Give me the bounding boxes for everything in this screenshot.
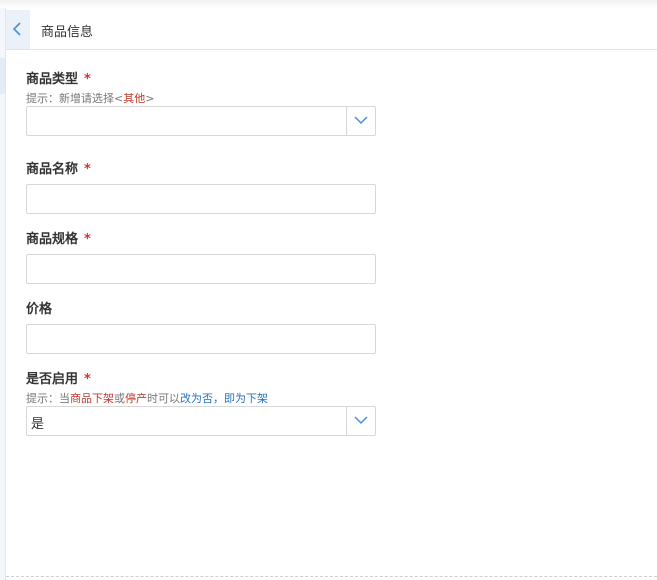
hint-text: 或 bbox=[114, 392, 125, 405]
hint-other-text: 其他 bbox=[123, 92, 146, 105]
hint-red-text: 停产 bbox=[125, 392, 147, 405]
product-name-label: 商品名称 * bbox=[26, 161, 376, 179]
product-type-select[interactable] bbox=[26, 106, 376, 136]
hint-text: 提示：当 bbox=[26, 392, 70, 405]
top-strip bbox=[0, 0, 657, 8]
product-type-label-text: 商品类型 bbox=[26, 72, 79, 87]
field-product-type: 商品类型 * 提示：新增请选择<其他> bbox=[26, 71, 376, 136]
chevron-down-icon bbox=[354, 116, 368, 125]
required-mark: * bbox=[84, 372, 91, 387]
enabled-label-text: 是否启用 bbox=[26, 372, 79, 387]
field-product-name: 商品名称 * bbox=[26, 161, 376, 214]
rail-marker bbox=[0, 58, 5, 94]
hint-text: 时可以 bbox=[147, 392, 180, 405]
required-mark: * bbox=[84, 162, 91, 177]
form-header: 商品信息 bbox=[6, 10, 657, 50]
hint-blue-text: 改为否，即为下架 bbox=[180, 392, 268, 405]
product-type-label: 商品类型 * bbox=[26, 71, 376, 89]
hint-text: 提示：新增请选择< bbox=[26, 92, 124, 105]
product-type-hint: 提示：新增请选择<其他> bbox=[26, 91, 376, 106]
field-enabled: 是否启用 * 提示：当商品下架或停产时可以改为否，即为下架 是 bbox=[26, 371, 376, 436]
field-product-spec: 商品规格 * bbox=[26, 231, 376, 284]
price-label: 价格 bbox=[26, 301, 376, 319]
price-label-text: 价格 bbox=[26, 302, 53, 317]
enabled-select[interactable]: 是 bbox=[26, 406, 376, 436]
price-input[interactable] bbox=[26, 324, 376, 354]
product-name-input[interactable] bbox=[26, 184, 376, 214]
product-name-label-text: 商品名称 bbox=[26, 162, 79, 177]
chevron-left-icon bbox=[12, 22, 21, 36]
hint-text: > bbox=[145, 92, 155, 105]
page: 商品信息 商品类型 * 提示：新增请选择<其他> 商品名称 * 商品规格 * 价… bbox=[0, 0, 657, 580]
field-price: 价格 bbox=[26, 301, 376, 354]
left-rail bbox=[0, 8, 6, 580]
product-spec-input[interactable] bbox=[26, 254, 376, 284]
header-title: 商品信息 bbox=[41, 25, 94, 40]
back-button[interactable] bbox=[6, 10, 30, 49]
product-type-dropdown-toggle[interactable] bbox=[346, 107, 375, 135]
required-mark: * bbox=[84, 72, 91, 87]
enabled-label: 是否启用 * bbox=[26, 371, 376, 389]
hint-red-text: 商品下架 bbox=[70, 392, 114, 405]
enabled-value: 是 bbox=[31, 417, 45, 432]
product-spec-label-text: 商品规格 bbox=[26, 232, 79, 247]
enabled-dropdown-toggle[interactable] bbox=[346, 407, 375, 435]
bottom-divider bbox=[6, 576, 657, 577]
chevron-down-icon bbox=[354, 416, 368, 425]
enabled-hint: 提示：当商品下架或停产时可以改为否，即为下架 bbox=[26, 391, 376, 406]
required-mark: * bbox=[84, 232, 91, 247]
product-spec-label: 商品规格 * bbox=[26, 231, 376, 249]
